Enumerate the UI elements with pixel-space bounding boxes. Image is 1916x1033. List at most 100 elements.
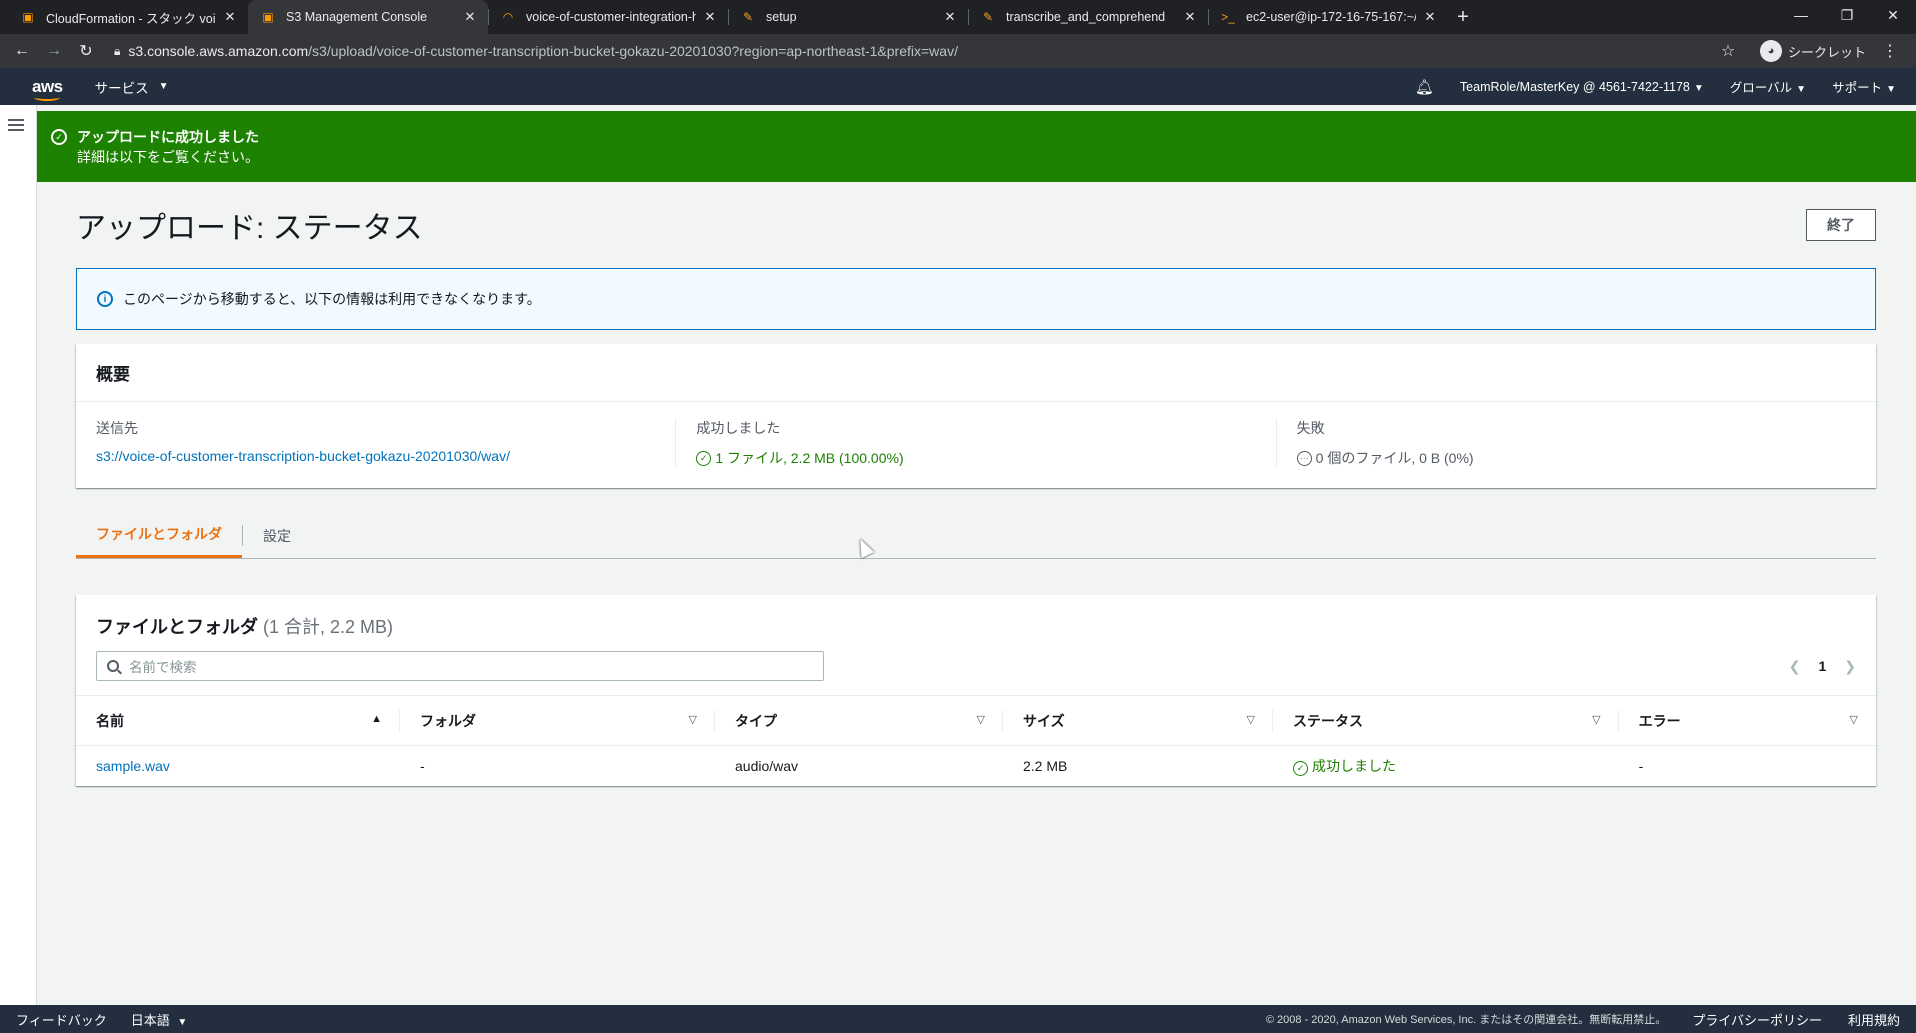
browser-tab[interactable]: ▣ CloudFormation - スタック voice-o ✕ <box>8 0 248 34</box>
tab-title: CloudFormation - スタック voice-o <box>46 11 216 26</box>
sort-icon[interactable]: ▽ <box>977 713 985 726</box>
close-tab-icon[interactable]: ✕ <box>222 9 238 25</box>
summary-panel: 概要 送信先 s3://voice-of-customer-transcript… <box>76 344 1876 488</box>
services-menu[interactable]: サービス ▼ <box>95 77 169 97</box>
sort-ascending-icon[interactable]: ▲ <box>371 713 382 725</box>
check-circle-icon: ✓ <box>1293 760 1308 776</box>
sort-icon[interactable]: ▽ <box>1592 713 1600 726</box>
files-panel: ファイルとフォルダ (1 合計, 2.2 MB) 名前で検索 ❮ 1 ❯ 名前 ▲… <box>76 595 1876 786</box>
browser-tab[interactable]: ✎ setup ✕ <box>728 0 968 34</box>
bell-icon[interactable]: 🔔︎ <box>1415 78 1434 96</box>
account-menu[interactable]: TeamRole/MasterKey @ 4561-7422-1178 ▼ <box>1460 80 1704 94</box>
files-table: 名前 ▲ フォルダ ▽ タイプ ▽ サイズ ▽ ステータス ▽ エラー ▽ sample.w… <box>76 695 1876 786</box>
hamburger-menu-icon[interactable] <box>8 119 24 134</box>
summary-heading: 概要 <box>76 344 1876 402</box>
files-count: (1 合計, 2.2 MB) <box>263 617 394 637</box>
support-menu[interactable]: サポート ▼ <box>1832 77 1896 96</box>
check-circle-icon: ✓ <box>696 450 712 466</box>
flash-title: アップロードに成功しました <box>77 129 259 145</box>
forward-icon[interactable]: → <box>40 37 68 65</box>
browser-tab[interactable]: ✎ transcribe_and_comprehend ✕ <box>968 0 1208 34</box>
bookmark-star-icon[interactable]: ☆ <box>1714 37 1742 65</box>
destination-label: 送信先 <box>96 420 138 436</box>
reload-icon[interactable]: ↻ <box>72 37 100 65</box>
pagination: ❮ 1 ❯ <box>1789 658 1856 675</box>
region-menu[interactable]: グローバル ▼ <box>1730 77 1806 96</box>
close-window-icon[interactable]: ✕ <box>1870 0 1916 30</box>
browser-tab-active[interactable]: ▣ S3 Management Console ✕ <box>248 0 488 34</box>
destination-column: 送信先 s3://voice-of-customer-transcription… <box>76 418 675 468</box>
browser-tab[interactable]: >_ ec2-user@ip-172-16-75-167:~/S ✕ <box>1208 0 1448 34</box>
ellipsis-circle-icon: ··· <box>1296 450 1312 466</box>
search-placeholder: 名前で検索 <box>129 660 197 675</box>
column-label: エラー <box>1638 712 1681 729</box>
close-tab-icon[interactable]: ✕ <box>1182 9 1198 25</box>
services-label: サービス <box>94 80 149 96</box>
column-header-folder[interactable]: フォルダ ▽ <box>400 695 715 746</box>
window-controls: — ❐ ✕ <box>1778 0 1916 30</box>
language-label: 日本語 <box>130 1012 170 1028</box>
info-icon: i <box>97 291 113 307</box>
close-tab-icon[interactable]: ✕ <box>462 9 478 25</box>
terminal-icon: >_ <box>1221 10 1235 24</box>
close-tab-icon[interactable]: ✕ <box>942 9 958 25</box>
account-label: TeamRole/MasterKey @ 4561-7422-1178 <box>1459 79 1690 94</box>
region-label: グローバル <box>1729 81 1793 95</box>
size-cell: 2.2 MB <box>1023 757 1068 774</box>
column-label: フォルダ <box>420 712 476 729</box>
failed-label: 失敗 <box>1296 420 1325 436</box>
tab-title: setup <box>766 10 797 24</box>
caret-down-icon: ▼ <box>1796 84 1807 95</box>
success-flashbar: ✓ アップロードに成功しました 詳細は以下をご覧ください。 <box>37 111 1916 182</box>
minimize-icon[interactable]: — <box>1778 0 1824 30</box>
column-header-status[interactable]: ステータス ▽ <box>1273 695 1619 746</box>
tab-files-and-folders[interactable]: ファイルとフォルダ <box>76 513 242 558</box>
sort-icon[interactable]: ▽ <box>689 713 697 726</box>
incognito-icon: ◕ <box>1759 40 1782 62</box>
destination-link[interactable]: s3://voice-of-customer-transcription-buc… <box>96 448 510 464</box>
type-cell: audio/wav <box>735 757 799 774</box>
terms-link[interactable]: 利用規約 <box>1848 1010 1900 1029</box>
sort-icon[interactable]: ▽ <box>1247 713 1255 726</box>
page-number[interactable]: 1 <box>1818 658 1826 674</box>
column-header-type[interactable]: タイプ ▽ <box>715 695 1003 746</box>
url-host: s3.console.aws.amazon.com <box>128 43 309 59</box>
close-tab-icon[interactable]: ✕ <box>1422 9 1438 25</box>
failed-column: 失敗 ··· 0 個のファイル, 0 B (0%) <box>1275 418 1876 468</box>
sort-icon[interactable]: ▽ <box>1850 713 1858 726</box>
restore-icon[interactable]: ❐ <box>1824 0 1870 30</box>
column-header-name[interactable]: 名前 ▲ <box>76 695 400 746</box>
column-label: タイプ <box>735 712 777 729</box>
lock-icon: 🔒︎ <box>114 43 121 58</box>
exit-button[interactable]: 終了 <box>1806 209 1876 241</box>
support-label: サポート <box>1832 81 1883 95</box>
main-content: アップロード: ステータス 終了 i このページから移動すると、以下の情報は利用… <box>76 182 1876 786</box>
aws-logo[interactable]: aws <box>32 77 63 101</box>
close-tab-icon[interactable]: ✕ <box>702 9 718 25</box>
search-icon <box>107 660 119 672</box>
files-heading: ファイルとフォルダ (1 合計, 2.2 MB) <box>96 613 1856 639</box>
browser-tab[interactable]: ◠ voice-of-customer-integration-h ✕ <box>488 0 728 34</box>
page-title: アップロード: ステータス <box>76 212 423 245</box>
language-selector[interactable]: 日本語 ▼ <box>131 1010 188 1029</box>
caret-down-icon: ▼ <box>177 1016 188 1028</box>
file-name-link[interactable]: sample.wav <box>96 758 170 774</box>
column-header-error[interactable]: エラー ▽ <box>1618 695 1876 746</box>
tab-title: voice-of-customer-integration-h <box>526 10 696 24</box>
column-header-size[interactable]: サイズ ▽ <box>1003 695 1273 746</box>
tab-settings[interactable]: 設定 <box>243 513 311 558</box>
error-cell: - <box>1638 757 1644 774</box>
feedback-link[interactable]: フィードバック <box>16 1010 107 1029</box>
prev-page-icon[interactable]: ❮ <box>1789 658 1801 675</box>
back-icon[interactable]: ← <box>8 37 36 65</box>
incognito-indicator[interactable]: ◕ シークレット <box>1759 40 1866 62</box>
next-page-icon[interactable]: ❯ <box>1844 658 1856 675</box>
browser-menu-icon[interactable]: ⋮ <box>1876 37 1904 65</box>
new-tab-button[interactable]: + <box>1448 0 1478 34</box>
flash-detail: 詳細は以下をご覧ください。 <box>77 149 259 165</box>
loading-spinner-icon: ◠ <box>502 10 514 24</box>
url-field[interactable]: 🔒︎ s3.console.aws.amazon.com /s3/upload/… <box>104 37 1714 65</box>
search-input[interactable]: 名前で検索 <box>96 651 824 681</box>
privacy-link[interactable]: プライバシーポリシー <box>1692 1010 1822 1029</box>
info-alert: i このページから移動すると、以下の情報は利用できなくなります。 <box>76 268 1876 330</box>
